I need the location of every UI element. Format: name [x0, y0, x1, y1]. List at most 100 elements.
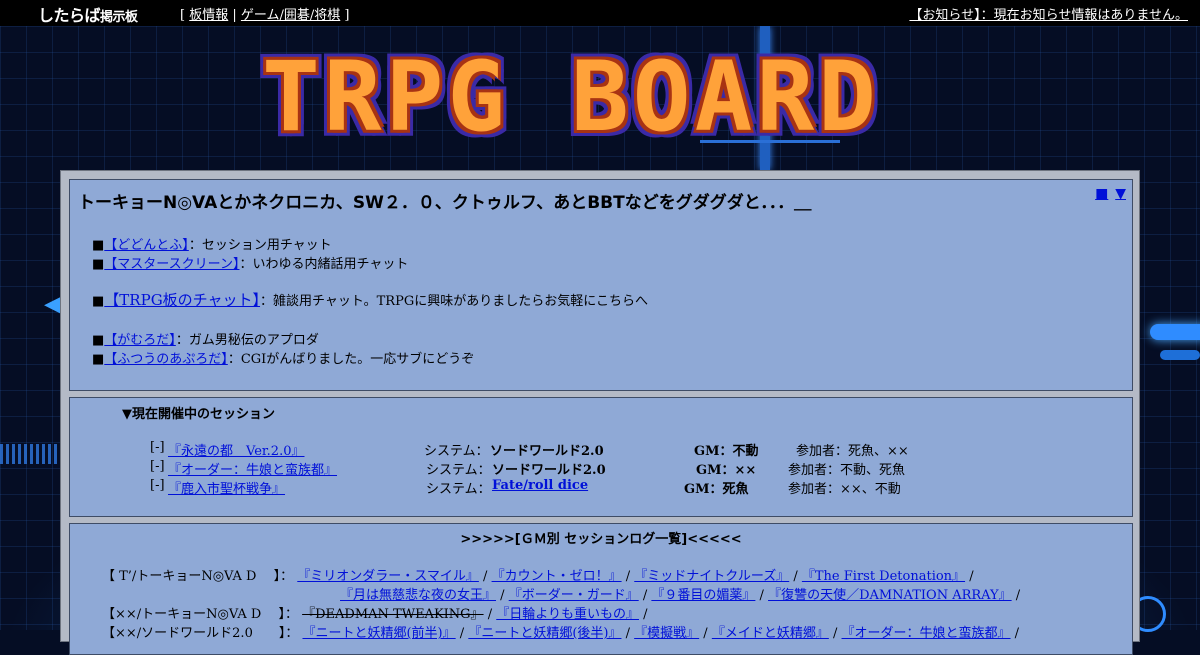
- log-link[interactable]: 『ミッドナイトクルーズ』: [634, 569, 789, 584]
- right-pill-decoration: [1150, 324, 1200, 340]
- sessions-panel: ▼現在開催中のセッション [-] 『永遠の都 Ver.2.0』 システム： ソー…: [69, 397, 1133, 517]
- logo-sub-text: 掲示板: [100, 10, 138, 25]
- log-link[interactable]: 『ボーダー・ガード』: [509, 588, 639, 603]
- nav-separator: |: [232, 8, 237, 23]
- log-link[interactable]: 『月は無慈悲な夜の女王』: [340, 588, 496, 603]
- separator: /: [1015, 588, 1021, 603]
- separator: /: [500, 588, 505, 603]
- system-value: ソードワールド2.0: [490, 444, 604, 459]
- struck-log-link[interactable]: 『DEADMAN TWEAKING』: [302, 607, 483, 622]
- list-item: ■【どどんとふ】：セッション用チャット: [92, 234, 332, 253]
- separator: /: [832, 626, 838, 641]
- notice-link[interactable]: 【お知らせ】：現在お知らせ情報はありません。: [909, 4, 1188, 23]
- log-link[interactable]: 『日輪よりも重いもの』: [496, 607, 639, 622]
- session-title-link[interactable]: 『鹿入市聖杯戦争』: [168, 478, 285, 497]
- log-link[interactable]: 『復讐の天使／DAMNATION ARRAY』: [768, 588, 1012, 603]
- members-value: 参加者：死魚、××: [796, 444, 909, 459]
- table-row: [-] 『鹿入市聖杯戦争』 システム： Fate/roll dice GM：死魚…: [150, 478, 1110, 497]
- sessions-heading: ▼現在開催中のセッション: [122, 407, 275, 422]
- table-row: [-] 『オーダー：牛娘と蛮族都』 システム： ソードワールド2.0 GM：××…: [150, 459, 1110, 478]
- members-value: 参加者：不動、死魚: [788, 463, 906, 478]
- link-description: ：雑談用チャット。TRPGに興味がありましたらお気軽にこちらへ: [260, 294, 648, 309]
- board-banner-title: TRPG BOARD: [262, 41, 880, 153]
- log-link[interactable]: 『カウント・ゼロ！』: [492, 569, 622, 584]
- members-value: 参加者：××、不動: [788, 482, 901, 497]
- side-line-decoration: [0, 444, 60, 464]
- system-label: システム：: [426, 463, 491, 478]
- log-link[interactable]: 『メイドと妖精郷』: [712, 626, 829, 641]
- nav-bracket-close: ]: [344, 8, 350, 23]
- gm-label: 【××/トーキョーN◎VA D 】：: [102, 607, 298, 622]
- table-row: [-] 『永遠の都 Ver.2.0』 システム： ソードワールド2.0 GM：不…: [150, 440, 1110, 459]
- system-label: システム：: [424, 444, 489, 459]
- gm-value: GM：不動: [694, 444, 759, 459]
- gm-label: 【 T’/トーキョーN◎VA D 】：: [102, 569, 294, 584]
- board-title: トーキョーN◎VAとかネクロニカ、SW２．０、クトゥルフ、あとBBTなどをグダグ…: [78, 193, 812, 213]
- separator: /: [643, 607, 648, 622]
- logo-text: したらば: [38, 6, 101, 25]
- bullet-icon: ■: [92, 294, 105, 309]
- site-logo[interactable]: したらば掲示板: [38, 2, 138, 26]
- log-link[interactable]: 『９番目の媚薬』: [651, 588, 755, 603]
- system-label: システム：: [426, 482, 491, 497]
- bullet-icon: ■: [92, 238, 105, 253]
- system-value: ソードワールド2.0: [492, 463, 606, 478]
- left-arrow-icon: ◀: [44, 292, 61, 317]
- gm-label: 【××/ソードワールド2.0 】：: [102, 626, 299, 641]
- bullet-icon: ■: [92, 333, 105, 348]
- log-row-novad-t: 【 T’/トーキョーN◎VA D 】： 『ミリオンダラー・スマイル』 / 『カウ…: [102, 565, 974, 584]
- log-link[interactable]: 『ニートと妖精郷(前半)』: [302, 626, 455, 641]
- board-header-panel: トーキョーN◎VAとかネクロニカ、SW２．０、クトゥルフ、あとBBTなどをグダグ…: [69, 179, 1133, 391]
- log-row-novad-t-cont: 『月は無慈悲な夜の女王』 / 『ボーダー・ガード』 / 『９番目の媚薬』 / 『…: [340, 584, 1020, 603]
- link-description: ：CGIがんばりました。一応サブにどうぞ: [227, 352, 475, 367]
- down-jump-icon[interactable]: ▼: [1115, 186, 1126, 202]
- square-jump-icon[interactable]: ■: [1095, 186, 1108, 202]
- separator: /: [625, 569, 631, 584]
- separator: /: [483, 569, 488, 584]
- list-item: ■【ふつうのあぷろだ】：CGIがんばりました。一応サブにどうぞ: [92, 348, 474, 367]
- log-link[interactable]: 『模擬戦』: [634, 626, 699, 641]
- link-description: ：いわゆる内緒話用チャット: [239, 257, 409, 272]
- separator: /: [642, 588, 648, 603]
- gm-value: GM：××: [696, 463, 757, 478]
- dodontof-link[interactable]: 【どどんとふ】: [104, 238, 189, 253]
- separator: /: [625, 626, 630, 641]
- collapse-toggle[interactable]: [-]: [150, 478, 165, 493]
- nav-category-link[interactable]: ゲーム/囲碁/将棋: [241, 8, 340, 23]
- system-value-link[interactable]: Fate/roll dice: [492, 478, 588, 493]
- log-link[interactable]: 『オーダー：牛娘と蛮族都』: [842, 626, 1011, 641]
- separator: /: [759, 588, 764, 603]
- nav-board-info-link[interactable]: 板情報: [189, 8, 228, 23]
- collapse-toggle[interactable]: [-]: [150, 440, 165, 455]
- log-link[interactable]: 『ミリオンダラー・スマイル』: [297, 569, 479, 584]
- separator: /: [459, 626, 465, 641]
- logs-heading: >>>>>[ＧＭ別 セッションログ一覧]<<<<<: [460, 532, 742, 547]
- gamuroda-link[interactable]: 【がむろだ】: [104, 333, 176, 348]
- session-title-link[interactable]: 『永遠の都 Ver.2.0』: [168, 440, 304, 459]
- nav-bracket-open: [: [180, 8, 186, 23]
- uploader-link[interactable]: 【ふつうのあぷろだ】: [104, 352, 228, 367]
- corner-links: ■ ▼: [1093, 186, 1126, 202]
- gm-value: GM：死魚: [684, 482, 749, 497]
- top-nav: [ 板情報 | ゲーム/囲碁/将棋 ]: [180, 4, 350, 23]
- separator: /: [1014, 626, 1020, 641]
- collapse-toggle[interactable]: [-]: [150, 459, 165, 474]
- bullet-icon: ■: [92, 257, 105, 272]
- trpg-chat-link[interactable]: 【TRPG板のチャット】: [104, 291, 260, 309]
- right-pill-decoration-small: [1160, 350, 1200, 360]
- list-item: ■【TRPG板のチャット】：雑談用チャット。TRPGに興味がありましたらお気軽に…: [92, 289, 648, 310]
- session-title-link[interactable]: 『オーダー：牛娘と蛮族都』: [168, 459, 337, 478]
- link-description: ：セッション用チャット: [188, 238, 332, 253]
- separator: /: [703, 626, 708, 641]
- master-screen-link[interactable]: 【マスタースクリーン】: [104, 257, 239, 272]
- log-link[interactable]: 『The First Detonation』: [802, 569, 965, 584]
- bullet-icon: ■: [92, 352, 105, 367]
- top-bar: したらば掲示板 [ 板情報 | ゲーム/囲碁/将棋 ] 【お知らせ】：現在お知ら…: [0, 0, 1200, 26]
- list-item: ■【がむろだ】：ガム男秘伝のアプロダ: [92, 329, 319, 348]
- list-item: ■【マスタースクリーン】：いわゆる内緒話用チャット: [92, 253, 408, 272]
- main-container: トーキョーN◎VAとかネクロニカ、SW２．０、クトゥルフ、あとBBTなどをグダグ…: [60, 170, 1140, 655]
- separator: /: [487, 607, 493, 622]
- log-row-novad-x: 【××/トーキョーN◎VA D 】： 『DEADMAN TWEAKING』 / …: [102, 603, 648, 622]
- separator: /: [969, 569, 974, 584]
- log-link[interactable]: 『ニートと妖精郷(後半)』: [468, 626, 621, 641]
